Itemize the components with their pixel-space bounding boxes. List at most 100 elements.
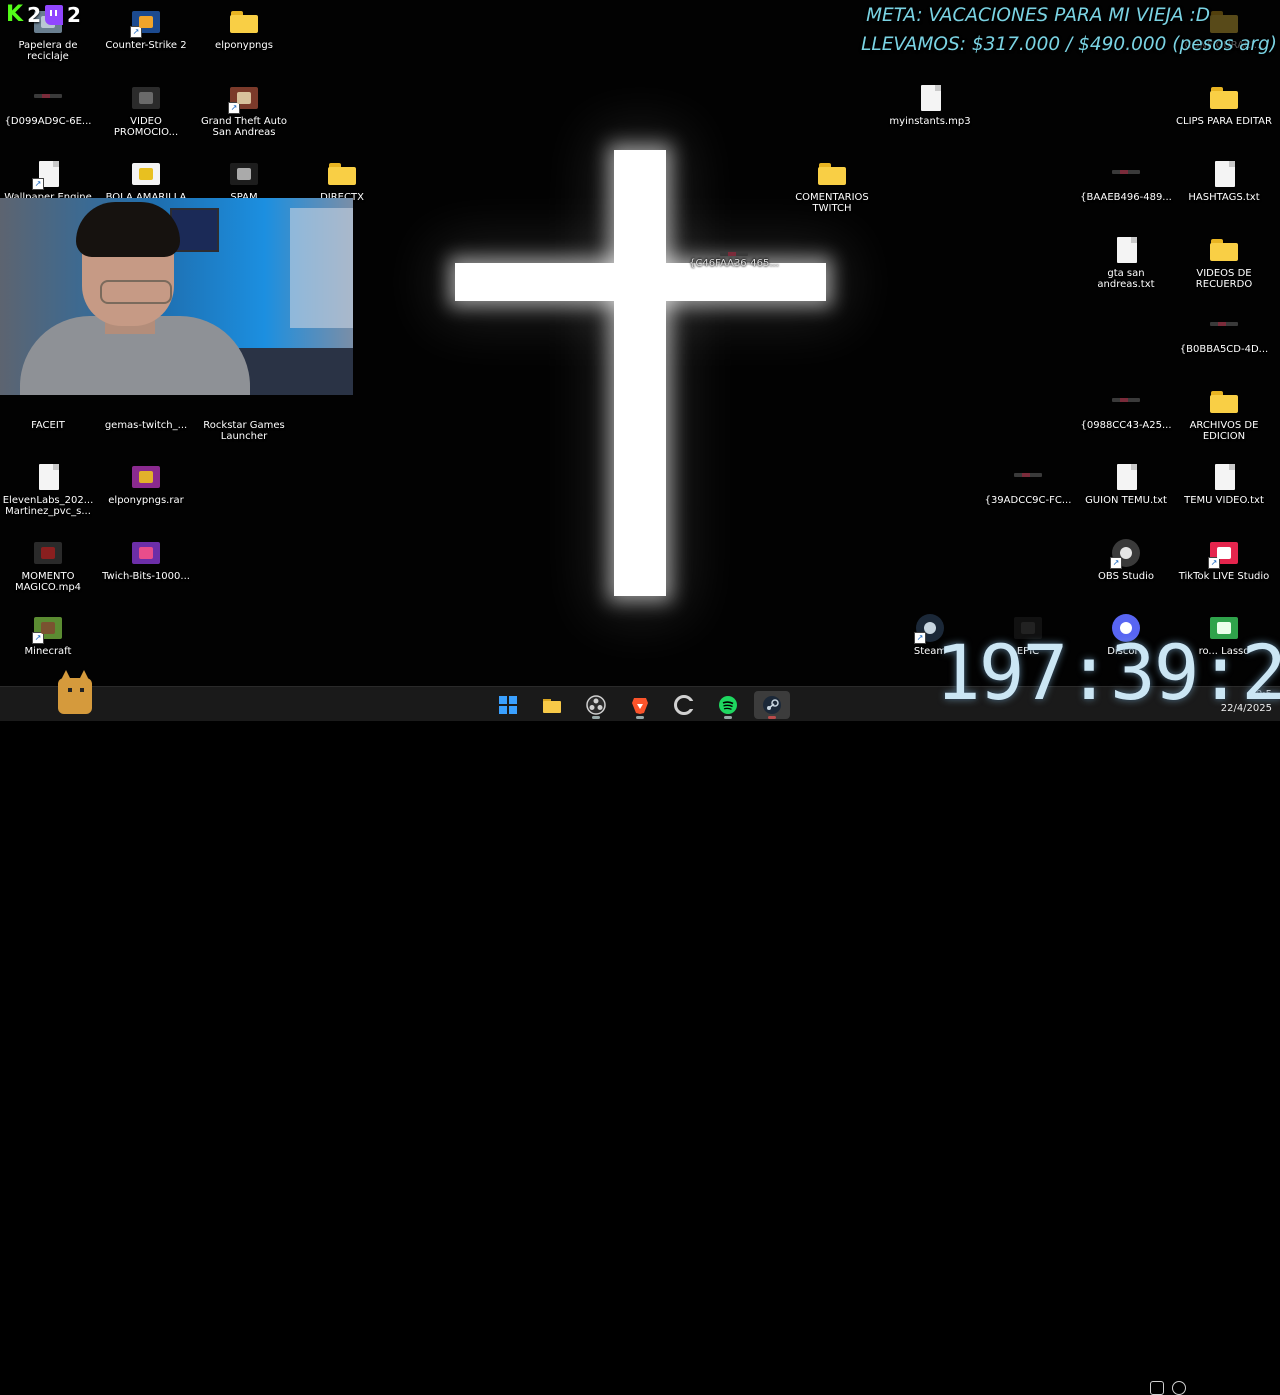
desktop-icon-spam[interactable]: SPAM — [196, 158, 292, 203]
desktop-icon-elponypngs-rar[interactable]: elponypngs.rar — [98, 461, 194, 506]
desktop-icon-momento-magico[interactable]: MOMENTO MAGICO.mp4 — [0, 537, 96, 593]
image-icon — [130, 537, 162, 569]
desktop-icon-counter-strike-2[interactable]: ↗ Counter-Strike 2 — [98, 6, 194, 51]
desktop-icon-39adcc9c[interactable]: {39ADCC9C-FC... — [980, 461, 1076, 506]
file-icon — [1208, 461, 1240, 493]
desktop-icon-temu-video[interactable]: TEMU VIDEO.txt — [1176, 461, 1272, 506]
icon-label: FACEIT — [31, 420, 65, 431]
desktop-icon-directx[interactable]: DIRECTX — [294, 158, 390, 203]
icon-label: HASHTAGS.txt — [1188, 192, 1260, 203]
taskbar-obs[interactable] — [578, 691, 614, 719]
icon-label: {B0BBA5CD-4D... — [1179, 344, 1269, 355]
icon-label: TEMU VIDEO.txt — [1184, 495, 1264, 506]
desktop-icon-tiktok-live-studio[interactable]: ↗ TikTok LIVE Studio — [1176, 537, 1272, 582]
video-icon — [32, 537, 64, 569]
network-icon[interactable] — [1150, 1381, 1164, 1395]
cross-wallpaper-vertical — [614, 150, 666, 596]
windows-start-icon — [498, 695, 518, 715]
desktop-icon-minecraft[interactable]: ↗ Minecraft — [0, 612, 96, 657]
file-icon — [32, 461, 64, 493]
file-icon — [1110, 461, 1142, 493]
stream-timer: 197:39:24 — [935, 628, 1280, 717]
steam-icon — [762, 695, 782, 715]
desktop-icon-wallpaper-engine[interactable]: ↗ Wallpaper Engine — [0, 158, 96, 203]
desktop-icon-clips-para-editar[interactable]: CLIPS PARA EDITAR — [1176, 82, 1272, 127]
icon-label: CLIPS PARA EDITAR — [1176, 116, 1272, 127]
streamer-glasses — [100, 280, 172, 304]
desktop-icon-b0bba5cd[interactable]: {B0BBA5CD-4D... — [1176, 310, 1272, 355]
desktop-icon-videos-de-recuerdo[interactable]: VIDEOS DE RECUERDO — [1176, 234, 1272, 290]
icon-label: gta san andreas.txt — [1097, 268, 1155, 290]
cat-eye — [68, 688, 72, 692]
taskbar-start[interactable] — [490, 691, 526, 719]
file-icon — [1208, 158, 1240, 190]
desktop-icon-comentarios-twitch[interactable]: COMENTARIOS TWITCH — [784, 158, 880, 214]
kick-viewer-count: 2 — [27, 3, 41, 27]
taskbar-spotify[interactable] — [710, 691, 746, 719]
taskbar-file-explorer[interactable] — [534, 691, 570, 719]
desktop-icon-video-promocio[interactable]: VIDEO PROMOCIO... — [98, 82, 194, 138]
file-thin-icon — [718, 240, 750, 256]
desktop-icon-bola-amarilla[interactable]: BOLA AMARILLA — [98, 158, 194, 203]
desktop-icon-hashtags[interactable]: HASHTAGS.txt — [1176, 158, 1272, 203]
obs-icon: ↗ — [1110, 537, 1142, 569]
running-indicator — [724, 716, 732, 719]
file-icon — [914, 82, 946, 114]
running-indicator — [636, 716, 644, 719]
icon-label: Counter-Strike 2 — [105, 40, 187, 51]
file-thin-icon — [1012, 461, 1044, 493]
icon-label: myinstants.mp3 — [889, 116, 971, 127]
running-indicator — [768, 716, 776, 719]
obs-icon — [586, 695, 606, 715]
icon-label: {C46FAA36-465... — [689, 258, 779, 269]
running-indicator — [592, 716, 600, 719]
icon-label: ARCHIVOS DE EDICION — [1189, 420, 1259, 442]
desktop-icon-gta-san-andreas-txt[interactable]: gta san andreas.txt — [1078, 234, 1174, 290]
icon-label: Rockstar Games Launcher — [203, 420, 285, 442]
spotify-icon — [718, 695, 738, 715]
file-icon — [1110, 234, 1142, 266]
goal-title: META: VACACIONES PARA MI VIEJA :D — [866, 5, 1210, 26]
icon-label: OBS Studio — [1098, 571, 1154, 582]
desktop-icon-obs-studio[interactable]: ↗ OBS Studio — [1078, 537, 1174, 582]
ccleaner-icon — [674, 695, 694, 715]
cs2-icon: ↗ — [130, 6, 162, 38]
cat-body — [58, 678, 92, 714]
icon-label: MOMENTO MAGICO.mp4 — [14, 571, 82, 593]
icon-label: {D099AD9C-6E... — [4, 116, 92, 127]
desktop-icon-guion-temu[interactable]: GUION TEMU.txt — [1078, 461, 1174, 506]
desktop-icon-c46faa36[interactable]: {C46FAA36-465... — [686, 240, 782, 269]
desktop-icon-elponypngs[interactable]: elponypngs — [196, 6, 292, 51]
rar-icon — [130, 461, 162, 493]
file-thin-icon — [1110, 386, 1142, 418]
gta-icon: ↗ — [228, 82, 260, 114]
webcam-shelf — [290, 208, 353, 328]
desktop-icon-0988cc43[interactable]: {0988CC43-A25... — [1078, 386, 1174, 431]
icon-label: Minecraft — [24, 646, 72, 657]
desktop-icon-twich-bits[interactable]: Twich-Bits-1000... — [98, 537, 194, 582]
icon-label: gemas-twitch_... — [104, 420, 188, 431]
minecraft-icon: ↗ — [32, 612, 64, 644]
desktop-icon-archivos-de-edicion[interactable]: ARCHIVOS DE EDICION — [1176, 386, 1272, 442]
wallpaper-engine-icon: ↗ — [32, 158, 64, 190]
taskbar-brave[interactable] — [622, 691, 658, 719]
twitch-viewer-count: 2 — [66, 3, 81, 27]
brave-icon — [630, 695, 650, 715]
icon-label: ElevenLabs_202... Martinez_pvc_s... — [2, 495, 94, 517]
folder-icon — [1208, 82, 1240, 114]
file-thin-icon — [32, 82, 64, 114]
volume-icon[interactable] — [1172, 1381, 1186, 1395]
desktop-icon-d099ad9c[interactable]: {D099AD9C-6E... — [0, 82, 96, 127]
desktop-icon-gta-san-andreas[interactable]: ↗ Grand Theft Auto San Andreas — [196, 82, 292, 138]
icon-label: {0988CC43-A25... — [1080, 420, 1172, 431]
desktop-icon-myinstants[interactable]: myinstants.mp3 — [882, 82, 978, 127]
folder-icon — [1208, 234, 1240, 266]
taskbar-steam[interactable] — [754, 691, 790, 719]
desktop-icon-baaeb496[interactable]: {BAAEB496-489... — [1078, 158, 1174, 203]
icon-label: COMENTARIOS TWITCH — [795, 192, 869, 214]
desktop-icon-elevenlabs[interactable]: ElevenLabs_202... Martinez_pvc_s... — [0, 461, 96, 517]
file-thin-icon — [1208, 310, 1240, 342]
taskbar-ccleaner[interactable] — [666, 691, 702, 719]
pixel-cat-widget — [50, 664, 98, 718]
folder-icon — [1208, 386, 1240, 418]
